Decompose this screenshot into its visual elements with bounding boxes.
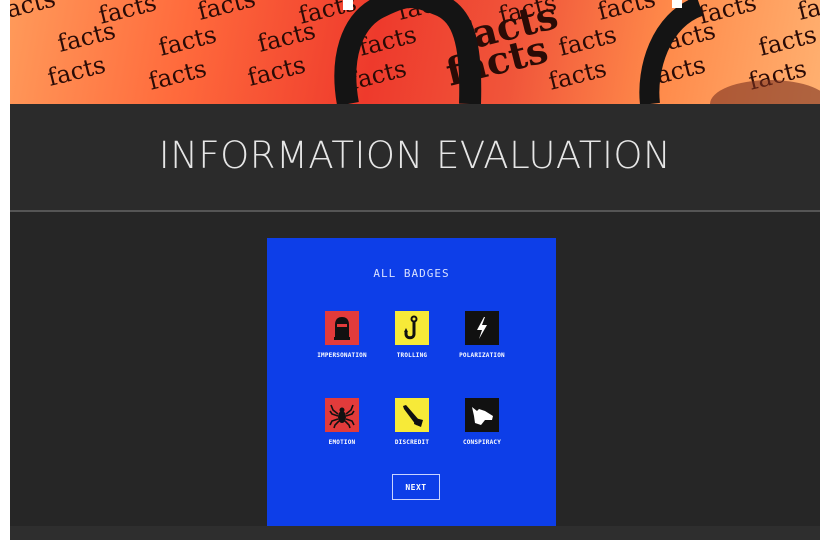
badge-conspiracy[interactable]: CONSPIRACY (446, 398, 518, 446)
badge-impersonation[interactable]: IMPERSONATION (306, 311, 378, 359)
facts-word: facts (255, 16, 319, 57)
badge-discredit[interactable]: DISCREDIT (376, 398, 448, 446)
badge-label: DISCREDIT (394, 439, 430, 446)
page-title: INFORMATION EVALUATION (158, 134, 672, 177)
badge-emotion[interactable]: EMOTION (306, 398, 378, 446)
masked-head-icon (325, 311, 359, 345)
app-frame: facts facts facts facts facts facts facts facts… (10, 0, 820, 540)
badge-label: POLARIZATION (459, 352, 505, 359)
badge-polarization[interactable]: POLARIZATION (446, 311, 518, 359)
facts-word: facts (156, 20, 220, 61)
badges-panel: ALL BADGES IMPERSONATION TROLLING POLARI… (267, 238, 556, 526)
panel-title: ALL BADGES (373, 267, 450, 280)
facts-pattern: facts facts facts facts facts facts facts facts… (10, 0, 820, 104)
badge-label: TROLLING (396, 352, 428, 359)
badge-label: EMOTION (328, 439, 356, 446)
badge-label: IMPERSONATION (317, 352, 367, 359)
facts-word: facts (55, 16, 119, 57)
facts-word: facts (556, 20, 620, 61)
facts-word: facts (146, 54, 210, 95)
hand-shadow (710, 80, 820, 104)
page-header: INFORMATION EVALUATION (10, 104, 820, 212)
bottom-strip (10, 526, 820, 540)
facts-word: facts (45, 50, 109, 91)
main-content: ALL BADGES IMPERSONATION TROLLING POLARI… (10, 212, 820, 526)
facts-word: facts (245, 50, 309, 91)
club-icon (395, 398, 429, 432)
lightning-bolt-icon (465, 311, 499, 345)
badge-label: CONSPIRACY (462, 439, 502, 446)
fishing-hook-icon (395, 311, 429, 345)
facts-word: facts (756, 20, 820, 61)
spider-icon (325, 398, 359, 432)
facts-banner-image: facts facts facts facts facts facts facts facts… (10, 0, 820, 104)
badge-trolling[interactable]: TROLLING (376, 311, 448, 359)
goat-head-icon (465, 398, 499, 432)
facts-word: facts (546, 54, 610, 95)
next-button[interactable]: NEXT (392, 474, 440, 500)
facts-word: facts (10, 0, 58, 26)
